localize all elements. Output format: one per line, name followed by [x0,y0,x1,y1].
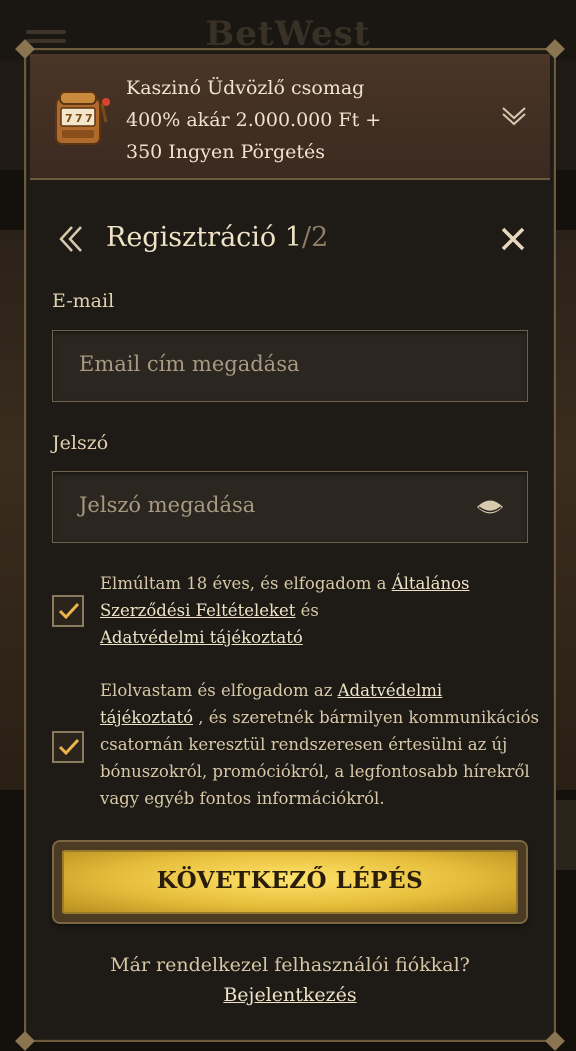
consent2-text: Elolvastam és elfogadom az [100,681,338,700]
password-label: Jelszó [52,432,109,454]
promo-offer: 400% akár 2.000.000 Ft + [126,109,382,131]
age-terms-text: Elmúltam 18 éves, és elfogadom a Általán… [100,570,540,651]
email-field[interactable]: Email cím megadása [52,330,528,402]
next-step-button[interactable]: KÖVETKEZŐ LÉPÉS [54,842,526,922]
promo-spins: 350 Ingyen Pörgetés [126,141,326,163]
have-account-text: Már rendelkezel felhasználói fiókkal? [110,954,470,976]
svg-text:7: 7 [65,112,73,125]
page-title: Regisztráció 1/2 [106,222,328,253]
email-placeholder: Email cím megadása [79,352,300,376]
marketing-consent-text: Elolvastam és elfogadom az Adatvédelmi t… [100,677,540,812]
registration-modal: 7 7 7 Kaszinó Üdvözlő csomag 400% akár 2… [15,39,565,1051]
email-label: E-mail [52,290,115,312]
back-chevron-icon[interactable] [56,224,86,254]
chevron-down-icon[interactable] [500,104,528,126]
step-current: 1 [284,222,302,253]
step-total: 2 [311,222,329,253]
marketing-checkbox[interactable] [52,731,84,763]
checkmark-icon [58,602,80,620]
promo-text: Kaszinó Üdvözlő csomag 400% akár 2.000.0… [126,72,486,168]
step-separator: / [301,222,312,253]
svg-text:7: 7 [75,112,83,125]
promo-title: Kaszinó Üdvözlő csomag [126,77,365,99]
close-icon[interactable] [498,224,528,254]
corner-ornament [545,1031,565,1051]
privacy-link[interactable]: Adatvédelmi tájékoztató [100,628,303,647]
next-step-label: KÖVETKEZŐ LÉPÉS [156,867,424,894]
title-text: Regisztráció [106,222,277,253]
welcome-bonus-banner[interactable]: 7 7 7 Kaszinó Üdvözlő csomag 400% akár 2… [30,54,550,180]
age-terms-checkbox[interactable] [52,595,84,627]
svg-text:7: 7 [85,112,93,125]
consent1-mid: és [295,601,319,620]
slot-machine-icon: 7 7 7 [55,91,110,145]
modal-header: Regisztráció 1/2 [26,218,554,262]
password-field[interactable]: Jelszó megadása [52,471,528,543]
eye-icon[interactable] [475,496,505,518]
corner-ornament [15,1031,35,1051]
checkmark-icon [58,738,80,756]
consent1-text: Elmúltam 18 éves, és elfogadom a [100,574,392,593]
login-link[interactable]: Bejelentkezés [26,984,554,1006]
password-placeholder: Jelszó megadása [79,493,256,517]
next-step-button-face: KÖVETKEZŐ LÉPÉS [62,850,518,914]
